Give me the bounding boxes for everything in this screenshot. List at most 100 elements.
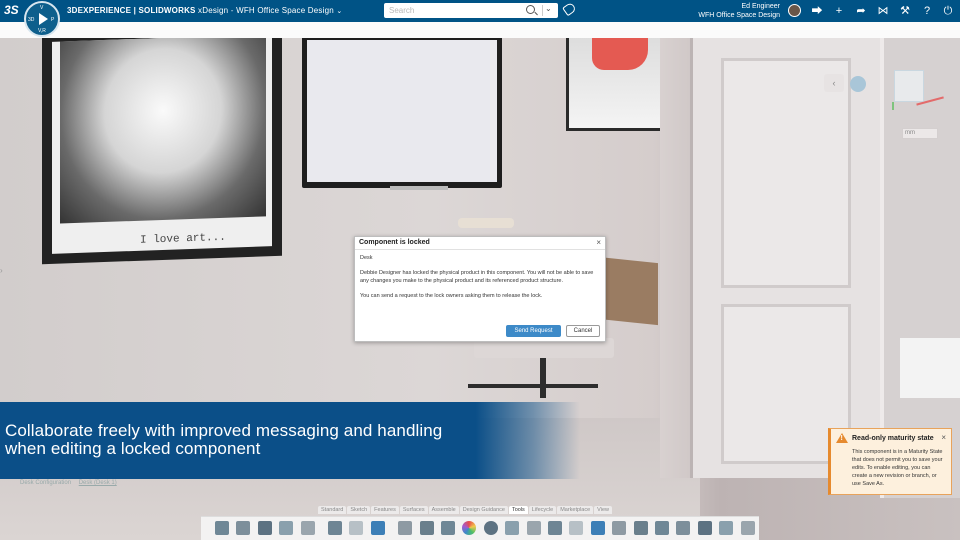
align-icon[interactable]	[569, 521, 584, 535]
bom-icon[interactable]	[633, 521, 648, 535]
add-icon[interactable]: +	[832, 4, 846, 18]
tab-tools[interactable]: Tools	[508, 506, 528, 514]
view-back-button[interactable]: ‹	[824, 74, 844, 92]
view-cube-face[interactable]	[894, 70, 924, 102]
compass-label-left: 3D	[28, 17, 35, 23]
whiteboard	[302, 38, 502, 190]
render-icon[interactable]	[441, 521, 455, 535]
tab-features[interactable]: Features	[371, 506, 399, 514]
tools-icon[interactable]: ⚒	[898, 4, 912, 18]
banner-line-1: Collaborate freely with improved messagi…	[5, 421, 443, 440]
user-name: Ed Engineer	[741, 3, 780, 10]
view-cube[interactable]	[886, 64, 944, 112]
compass-label-right: P	[51, 17, 55, 23]
dialog-title: Component is locked	[359, 239, 430, 246]
avatar[interactable]	[788, 4, 801, 17]
undo-icon[interactable]	[328, 521, 342, 535]
user-context: WFH Office Space Design	[698, 12, 780, 19]
desk-component[interactable]	[598, 256, 658, 326]
panel-expand-icon[interactable]: ›	[0, 266, 8, 278]
color-icon[interactable]	[462, 521, 477, 535]
texture-icon[interactable]	[548, 521, 562, 535]
image-icon[interactable]	[419, 521, 434, 535]
tab-standard[interactable]: Standard	[318, 506, 347, 514]
chat-icon[interactable]: ⮕	[810, 4, 824, 18]
chair-back[interactable]	[458, 218, 514, 228]
measure-icon[interactable]	[398, 521, 413, 535]
search-input[interactable]	[387, 4, 517, 16]
compass-label-top: V	[40, 5, 44, 11]
zoom-icon[interactable]	[483, 521, 498, 535]
door	[690, 38, 880, 478]
dialog-header: Component is locked ×	[355, 237, 605, 250]
cancel-button[interactable]: Cancel	[566, 325, 600, 337]
compass-label-bottom: V,R	[38, 28, 46, 34]
tag-icon[interactable]	[562, 1, 577, 17]
search-divider	[542, 5, 543, 16]
tree-item-desk[interactable]: Desk (Desk 1)	[79, 480, 117, 486]
viewport-header-strip	[0, 22, 960, 38]
save-icon[interactable]	[257, 521, 272, 535]
dassault-logo[interactable]: 3S	[4, 3, 19, 17]
search-chevron-icon[interactable]: ⌄	[545, 4, 552, 13]
warning-icon	[836, 433, 848, 443]
tree-item-configuration[interactable]: Desk Configuration	[20, 480, 71, 486]
door-panel-top	[721, 58, 851, 288]
dialog-message: Debbie Designer has locked the physical …	[360, 270, 594, 284]
share-nodes-icon[interactable]: ⋈	[876, 4, 890, 18]
search-box: ⌄	[384, 3, 558, 18]
power-icon[interactable]: ⏻	[941, 4, 955, 18]
read-only-notification: Read-only maturity state × This componen…	[828, 428, 952, 495]
dialog-body: Desk Debbie Designer has locked the phys…	[360, 254, 599, 307]
app-title[interactable]: 3DEXPERIENCE | SOLIDWORKS xDesign - WFH …	[67, 6, 342, 15]
wall-photo	[566, 38, 670, 131]
explode-icon[interactable]	[590, 521, 605, 535]
app-name: xDesign	[198, 6, 229, 15]
chevron-down-icon[interactable]: ⌄	[336, 8, 342, 15]
play-icon	[39, 13, 48, 25]
dialog-hint: You can send a request to the lock owner…	[360, 293, 543, 299]
user-info[interactable]: Ed Engineer WFH Office Space Design	[698, 2, 780, 20]
tab-marketplace[interactable]: Marketplace	[557, 506, 594, 514]
picture-art	[60, 38, 266, 224]
compass-widget[interactable]: V 3D P V,R	[24, 1, 60, 37]
unit-select[interactable]: mm	[902, 128, 938, 139]
new-icon[interactable]	[215, 521, 229, 535]
app-brand: 3DEXPERIENCE | SOLIDWORKS	[67, 6, 196, 15]
settings-icon[interactable]	[300, 521, 315, 535]
search-icon[interactable]	[526, 5, 535, 14]
balance-icon[interactable]	[505, 521, 520, 535]
photo-red-object	[592, 38, 648, 70]
top-bar: 3S V 3D P V,R 3DEXPERIENCE | SOLIDWORKS …	[0, 0, 960, 37]
properties-icon[interactable]	[279, 521, 294, 535]
chair-base	[468, 384, 598, 388]
help-icon[interactable]	[370, 521, 385, 535]
globe-icon[interactable]	[850, 76, 866, 92]
tab-design-guidance[interactable]: Design Guidance	[459, 506, 508, 514]
tab-assemble[interactable]: Assemble	[428, 506, 459, 514]
rule-icon[interactable]	[697, 521, 712, 535]
section-icon[interactable]	[526, 521, 541, 535]
banner-line-2: when editing a locked component	[5, 439, 261, 458]
simulation-icon[interactable]	[655, 521, 669, 535]
tab-lifecycle[interactable]: Lifecycle	[528, 506, 557, 514]
publish-icon[interactable]	[676, 521, 691, 535]
export-icon[interactable]	[740, 521, 755, 535]
share-icon[interactable]: ➦	[854, 4, 868, 18]
redo-icon[interactable]	[349, 521, 364, 535]
drawing-icon[interactable]	[719, 521, 734, 535]
component-locked-dialog: Component is locked × Desk Debbie Design…	[354, 236, 606, 342]
action-bar-tabs: Standard Sketch Features Surfaces Assemble De…	[318, 506, 613, 516]
mass-icon[interactable]	[612, 521, 627, 535]
chair-leg	[540, 358, 546, 398]
document-name: WFH Office Space Design	[236, 6, 334, 15]
send-request-button[interactable]: Send Request	[506, 325, 561, 337]
open-icon[interactable]	[236, 521, 251, 535]
tab-sketch[interactable]: Sketch	[347, 506, 371, 514]
help-icon[interactable]: ?	[920, 4, 934, 18]
close-icon[interactable]: ×	[941, 433, 946, 442]
close-icon[interactable]: ×	[596, 238, 601, 247]
wall-picture: I love art...	[42, 38, 282, 265]
tab-view[interactable]: View	[594, 506, 612, 514]
tab-surfaces[interactable]: Surfaces	[399, 506, 428, 514]
